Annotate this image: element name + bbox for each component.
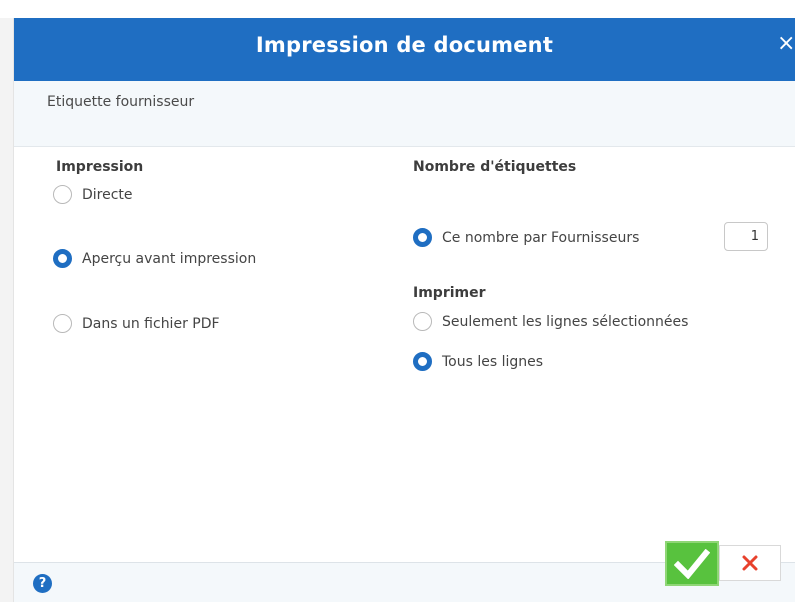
radio-button-selected[interactable] (53, 249, 72, 268)
radio-apercu[interactable]: Aperçu avant impression (53, 249, 256, 268)
nombre-section-title: Nombre d'étiquettes (413, 159, 577, 175)
ok-button[interactable] (665, 541, 719, 586)
help-icon[interactable]: ? (33, 574, 52, 593)
close-icon[interactable]: × (777, 32, 795, 56)
radio-nombre-par-fournisseurs[interactable]: Ce nombre par Fournisseurs (413, 228, 639, 247)
cancel-button[interactable] (719, 545, 781, 581)
subheader: Etiquette fournisseur (14, 81, 795, 147)
close-icon (742, 555, 758, 571)
radio-label: Aperçu avant impression (82, 250, 257, 267)
print-dialog: Impression de document × Etiquette fourn… (0, 0, 795, 602)
checkmark-icon (674, 548, 710, 579)
radio-directe[interactable]: Directe (53, 185, 133, 204)
radio-lignes-selectionnees[interactable]: Seulement les lignes sélectionnées (413, 312, 688, 331)
label-count-input[interactable]: 1 (724, 222, 768, 251)
radio-button-selected[interactable] (413, 228, 432, 247)
radio-label: Directe (82, 186, 133, 203)
window-edge (0, 18, 14, 602)
radio-button-selected[interactable] (413, 352, 432, 371)
radio-label: Seulement les lignes sélectionnées (442, 313, 689, 330)
title-bar: Impression de document × (14, 18, 795, 81)
dialog-title: Impression de document (255, 33, 554, 57)
radio-button[interactable] (53, 314, 72, 333)
imprimer-section-title: Imprimer (413, 285, 486, 301)
radio-tous-les-lignes[interactable]: Tous les lignes (413, 352, 543, 371)
radio-button[interactable] (53, 185, 72, 204)
radio-label: Tous les lignes (442, 353, 544, 370)
impression-section-title: Impression (56, 159, 144, 175)
radio-label: Dans un fichier PDF (82, 315, 220, 332)
document-type-label: Etiquette fournisseur (47, 94, 195, 110)
radio-fichier-pdf[interactable]: Dans un fichier PDF (53, 314, 220, 333)
radio-label: Ce nombre par Fournisseurs (442, 229, 640, 246)
radio-button[interactable] (413, 312, 432, 331)
